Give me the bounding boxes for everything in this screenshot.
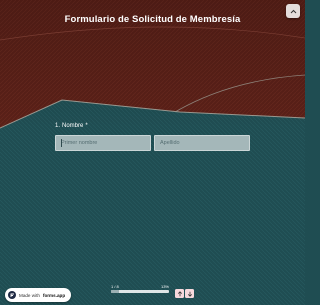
badge-prefix: Made with xyxy=(19,292,40,298)
question-title: Nombre xyxy=(62,123,84,129)
progress-percent-text: 13% xyxy=(160,284,169,289)
question-number: 1. xyxy=(55,123,61,129)
chevron-up-icon xyxy=(290,9,296,13)
form-title: Formulario de Solicitud de Membresía xyxy=(64,14,241,25)
first-name-input[interactable] xyxy=(55,135,151,151)
text-cursor xyxy=(61,139,62,147)
arrow-down-icon xyxy=(187,291,192,297)
previous-question-button[interactable] xyxy=(175,289,184,298)
question-label: 1. Nombre * xyxy=(55,123,88,129)
next-question-button[interactable] xyxy=(185,289,194,298)
progress-step-text: 1 / 8 xyxy=(111,284,119,289)
arrow-up-icon xyxy=(177,290,182,296)
progress-fill xyxy=(111,290,119,293)
required-mark: * xyxy=(85,123,88,129)
background-image xyxy=(0,0,305,305)
made-with-badge[interactable]: Made with forms.app xyxy=(5,288,72,302)
progress-indicator: 1 / 8 13% xyxy=(111,284,169,293)
question-navigation xyxy=(175,289,194,298)
forms-app-logo-icon xyxy=(8,291,16,299)
collapse-button[interactable] xyxy=(286,4,300,18)
badge-brand: forms.app xyxy=(42,292,66,298)
progress-track xyxy=(111,290,169,293)
last-name-input[interactable] xyxy=(154,135,250,151)
